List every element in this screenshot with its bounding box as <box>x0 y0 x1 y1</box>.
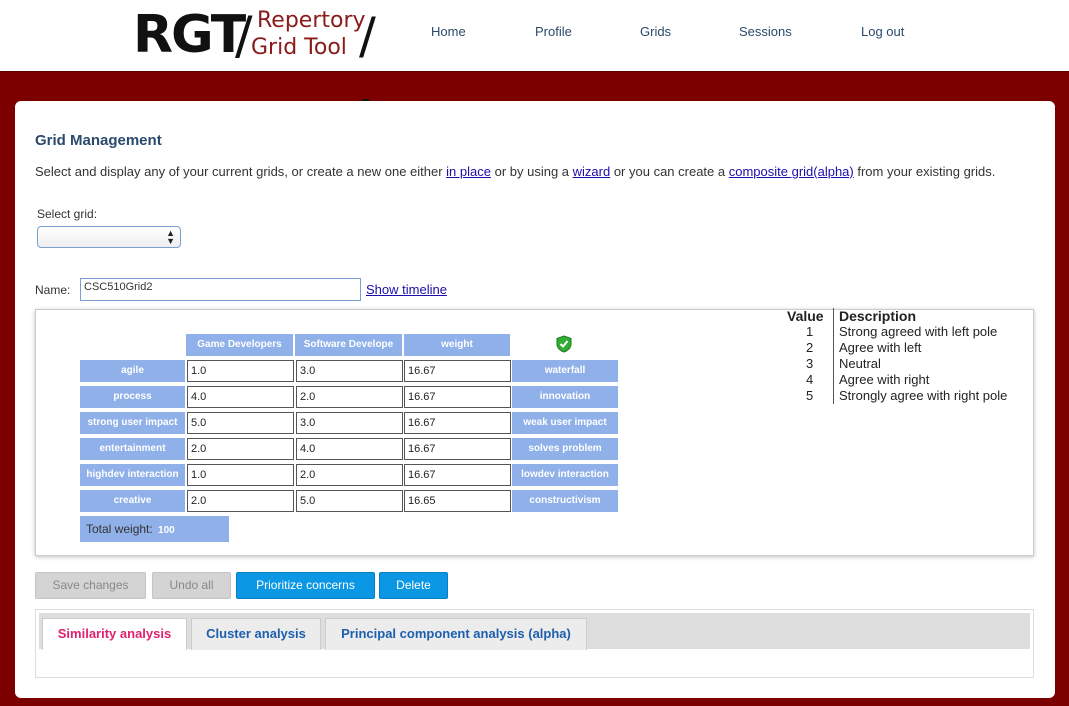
wizard-link[interactable]: wizard <box>573 164 611 179</box>
nav-profile[interactable]: Profile <box>535 24 572 39</box>
weight-header: weight <box>404 334 510 356</box>
name-label: Name: <box>35 283 71 297</box>
show-timeline-link[interactable]: Show timeline <box>366 282 447 297</box>
right-construct[interactable]: solves problem <box>512 438 618 460</box>
right-construct[interactable]: innovation <box>512 386 618 408</box>
weight-cell[interactable]: 16.67 <box>404 412 511 434</box>
legend-value: 4 <box>806 372 814 387</box>
rating-cell[interactable]: 5.0 <box>187 412 294 434</box>
column-header[interactable]: Game Developers <box>186 334 293 356</box>
legend-desc: Strongly agree with right pole <box>839 388 1008 403</box>
legend-desc: Neutral <box>839 356 881 371</box>
rating-cell[interactable]: 3.0 <box>296 412 403 434</box>
nav-home[interactable]: Home <box>431 24 466 39</box>
top-bar: RGT / Repertory Grid Tool /● Home Profil… <box>0 0 1069 113</box>
logo-short: RGT <box>133 5 246 65</box>
legend-value: 2 <box>806 340 814 355</box>
logo-line1: Repertory <box>257 8 366 33</box>
legend-desc: Strong agreed with left pole <box>839 324 998 339</box>
logo-slash: / <box>235 6 253 66</box>
weight-cell[interactable]: 16.67 <box>404 438 511 460</box>
left-construct[interactable]: agile <box>80 360 185 382</box>
nav-sessions[interactable]: Sessions <box>739 24 792 39</box>
intro-part: or by using a <box>490 164 573 179</box>
select-grid-dropdown[interactable]: ▲ ▼ <box>37 226 181 248</box>
legend-divider <box>833 308 834 404</box>
total-weight-label: Total weight: <box>86 522 153 536</box>
left-construct[interactable]: highdev interaction <box>80 464 185 486</box>
nav-logout[interactable]: Log out <box>861 24 904 39</box>
legend-description-header: Description <box>839 308 917 324</box>
weight-cell[interactable]: 16.65 <box>404 490 511 512</box>
main-panel: Grid Management Select and display any o… <box>15 101 1055 698</box>
rating-cell[interactable]: 5.0 <box>296 490 403 512</box>
left-construct[interactable]: entertainment <box>80 438 185 460</box>
select-grid-label: Select grid: <box>37 207 98 221</box>
total-weight-value: 100 <box>158 525 175 536</box>
intro-part: Select and display any of your current g… <box>35 164 447 179</box>
shield-check-icon <box>556 335 572 356</box>
left-construct[interactable]: process <box>80 386 185 408</box>
select-arrows-icon: ▲ ▼ <box>166 228 175 246</box>
rating-cell[interactable]: 2.0 <box>187 490 294 512</box>
legend-value: 3 <box>806 356 814 371</box>
right-construct[interactable]: lowdev interaction <box>512 464 618 486</box>
page-title: Grid Management <box>35 132 162 149</box>
logo-line2: Grid Tool <box>251 35 347 60</box>
legend-desc: Agree with right <box>839 372 930 387</box>
tabs-bar: Similarity analysis Cluster analysis Pri… <box>39 613 1030 650</box>
delete-button[interactable]: Delete <box>379 572 448 599</box>
analysis-tabs: Similarity analysis Cluster analysis Pri… <box>35 609 1034 678</box>
rating-cell[interactable]: 1.0 <box>187 360 294 382</box>
intro-part: from your existing grids. <box>853 164 996 179</box>
weight-cell[interactable]: 16.67 <box>404 360 511 382</box>
weight-cell[interactable]: 16.67 <box>404 464 511 486</box>
undo-all-button[interactable]: Undo all <box>152 572 231 599</box>
right-construct[interactable]: waterfall <box>512 360 618 382</box>
rating-cell[interactable]: 3.0 <box>296 360 403 382</box>
column-header[interactable]: Software Develope <box>295 334 402 356</box>
tab-cluster-analysis[interactable]: Cluster analysis <box>191 618 321 650</box>
grid-name-input[interactable]: CSC510Grid2 <box>80 278 361 301</box>
right-construct[interactable]: constructivism <box>512 490 618 512</box>
intro-text: Select and display any of your current g… <box>35 164 1015 180</box>
legend-desc: Agree with left <box>839 340 922 355</box>
legend-value: 1 <box>806 324 814 339</box>
intro-part: or you can create a <box>610 164 729 179</box>
total-weight-box: Total weight: 100 <box>80 516 229 542</box>
nav-grids[interactable]: Grids <box>640 24 671 39</box>
rating-cell[interactable]: 2.0 <box>296 386 403 408</box>
left-construct[interactable]: creative <box>80 490 185 512</box>
legend-value-header: Value <box>787 308 824 324</box>
rating-cell[interactable]: 2.0 <box>187 438 294 460</box>
legend-value: 5 <box>806 388 814 403</box>
rating-cell[interactable]: 1.0 <box>187 464 294 486</box>
weight-cell[interactable]: 16.67 <box>404 386 511 408</box>
rating-cell[interactable]: 4.0 <box>187 386 294 408</box>
composite-grid-link[interactable]: composite grid(alpha) <box>729 164 854 179</box>
right-construct[interactable]: weak user impact <box>512 412 618 434</box>
tab-principal-component-analysis[interactable]: Principal component analysis (alpha) <box>325 618 587 650</box>
save-changes-button[interactable]: Save changes <box>35 572 146 599</box>
in-place-link[interactable]: in place <box>446 164 491 179</box>
rating-cell[interactable]: 2.0 <box>296 464 403 486</box>
tab-similarity-analysis[interactable]: Similarity analysis <box>42 618 187 650</box>
left-construct[interactable]: strong user impact <box>80 412 185 434</box>
rating-cell[interactable]: 4.0 <box>296 438 403 460</box>
prioritize-concerns-button[interactable]: Prioritize concerns <box>236 572 375 599</box>
